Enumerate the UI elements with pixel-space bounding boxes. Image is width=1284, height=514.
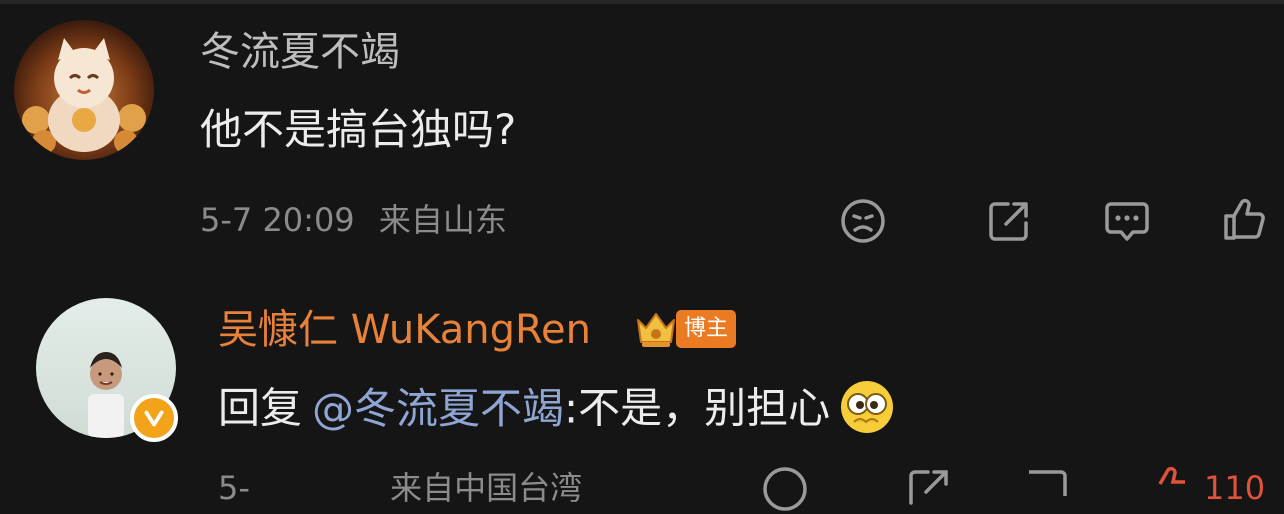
username[interactable]: 吴慷仁 WuKangRen bbox=[218, 306, 591, 354]
share-icon[interactable] bbox=[984, 196, 1034, 246]
comment-text: 他不是搞台独吗? bbox=[200, 105, 517, 154]
share-icon[interactable] bbox=[904, 464, 954, 514]
blogger-badge: 博主 bbox=[676, 310, 737, 348]
sad-face-icon[interactable] bbox=[760, 464, 810, 514]
reply-text: :不是，别担心 bbox=[564, 383, 831, 433]
reply-prefix: 回复 bbox=[218, 383, 303, 433]
timestamp: 5- 来自中国台湾 bbox=[218, 468, 582, 508]
avatar[interactable] bbox=[14, 20, 154, 160]
comment-icon[interactable] bbox=[1102, 196, 1152, 246]
location-label: 来自中国台湾 bbox=[390, 469, 583, 507]
like-icon[interactable] bbox=[1220, 194, 1270, 244]
like-icon[interactable] bbox=[1146, 462, 1196, 512]
time-label: 5-7 20:09 bbox=[200, 201, 355, 239]
location-label: 来自山东 bbox=[378, 201, 507, 239]
comment-text: 回复 @冬流夏不竭:不是，别担心 bbox=[218, 381, 896, 440]
timestamp: 5-7 20:09 来自山东 bbox=[200, 200, 507, 240]
username[interactable]: 冬流夏不竭 bbox=[200, 28, 400, 76]
verified-badge-icon bbox=[130, 394, 178, 442]
crown-icon bbox=[634, 306, 678, 350]
like-count: 110 bbox=[1204, 469, 1266, 507]
top-divider bbox=[0, 0, 1284, 4]
comment-icon[interactable] bbox=[1020, 464, 1070, 514]
time-label: 5- bbox=[218, 469, 250, 507]
mention-link[interactable]: @冬流夏不竭 bbox=[312, 384, 564, 433]
sad-face-icon[interactable] bbox=[838, 196, 888, 246]
peeking-face-icon bbox=[838, 378, 896, 436]
